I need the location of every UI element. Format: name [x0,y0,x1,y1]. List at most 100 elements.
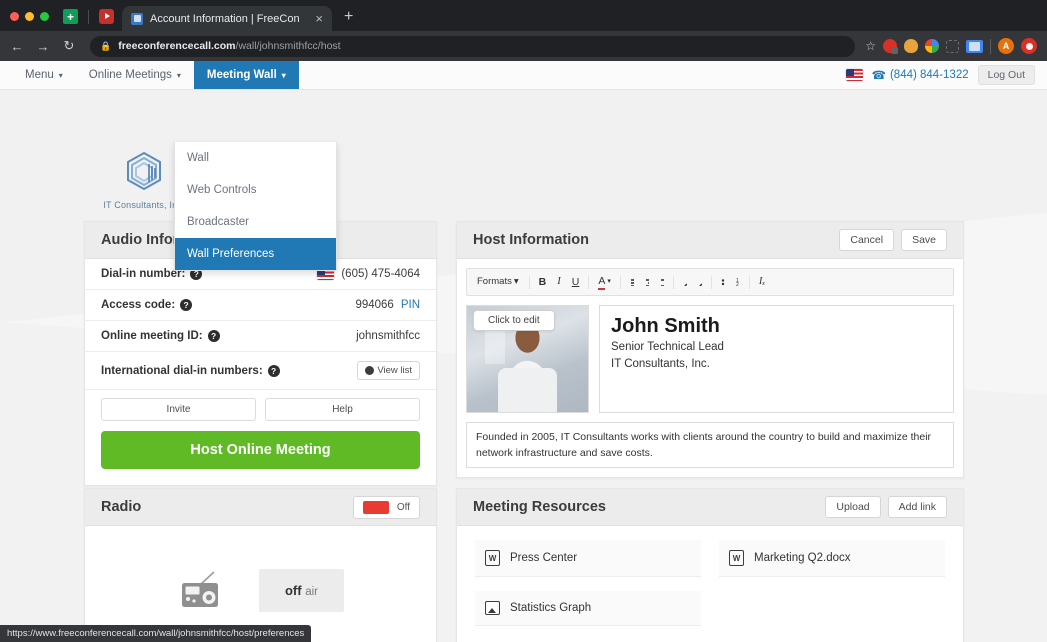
editor-content: Click to edit John Smith Senior Technica… [466,305,954,414]
navbar-left: Menu ▾ Online Meetings ▾ Meeting Wall ▾ [0,61,299,89]
list-item[interactable]: W Marketing Q2.docx [719,540,945,577]
numbered-list-icon[interactable]: 123 [731,276,745,288]
logout-button[interactable]: Log Out [977,65,1035,85]
avatar[interactable]: A [998,38,1014,54]
window-controls[interactable] [10,12,49,31]
menu-item-wall-preferences[interactable]: Wall Preferences [175,238,336,270]
formats-dropdown[interactable]: Formats ▾ [471,273,525,292]
clear-formatting-icon[interactable]: Iₓ [754,273,770,291]
divider [748,275,750,289]
help-icon[interactable]: ? [207,330,220,342]
nav-item-menu[interactable]: Menu ▾ [12,61,76,89]
meeting-resources-panel: Meeting Resources Upload Add link W Pres… [456,488,964,642]
navbar-right: ☎ (844) 844-1322 Log Out [845,61,1047,89]
panel-title: Meeting Resources [473,499,606,515]
panel-header: Radio Off [85,489,436,526]
radio-icon [181,571,218,607]
bookmark-star-icon[interactable]: ☆ [865,39,876,53]
sheets-icon[interactable]: + [63,9,78,24]
word-file-icon: W [729,550,744,566]
list-item[interactable]: W Press Center [475,540,701,577]
support-phone[interactable]: ☎ (844) 844-1322 [872,68,969,82]
extension-icon-d[interactable] [946,39,959,53]
browser-window: + Account Information | FreeCon × + ← → … [0,0,1047,642]
menu-item-broadcaster[interactable]: Broadcaster [175,206,336,238]
resources-list: W Press Center W Marketing Q2.docx Stati… [457,526,963,640]
menu-item-wall[interactable]: Wall [175,142,336,174]
help-icon[interactable]: ? [180,299,193,311]
row-label: Access code: ? [101,299,193,311]
panel-header: Meeting Resources Upload Add link [457,489,963,526]
close-icon[interactable]: × [315,12,323,25]
browser-tab-active[interactable]: Account Information | FreeCon × [122,6,332,31]
youtube-icon[interactable] [99,9,114,24]
address-bar[interactable]: 🔒 freeconferencecall.com/wall/johnsmithf… [90,35,856,57]
save-button[interactable]: Save [901,229,947,251]
panel-header: Host Information Cancel Save [457,222,963,259]
menu-item-web-controls[interactable]: Web Controls [175,174,336,206]
phone-icon: ☎ [871,70,886,82]
cancel-button[interactable]: Cancel [839,229,895,251]
access-code: 994066 [355,299,394,311]
align-left-icon[interactable] [625,276,639,288]
extension-icon-a[interactable] [883,39,898,54]
view-list-button[interactable]: View list [357,361,420,380]
reload-icon[interactable]: ↻ [58,35,80,57]
bold-icon[interactable]: B [534,273,552,291]
minimize-window-button[interactable] [25,12,34,21]
close-window-button[interactable] [10,12,19,21]
panel-header-buttons: Upload Add link [825,496,947,518]
host-bio-editor[interactable]: John Smith Senior Technical Lead IT Cons… [599,305,954,414]
host-about-editor[interactable]: Founded in 2005, IT Consultants works wi… [466,422,954,469]
online-meeting-id: johnsmithfcc [356,330,420,342]
italic-icon[interactable]: I [552,273,566,291]
new-tab-button[interactable]: + [344,9,353,25]
record-icon[interactable] [1021,38,1037,54]
maximize-window-button[interactable] [40,12,49,21]
pinned-tabs: + [63,9,114,31]
pin-link[interactable]: PIN [401,299,420,311]
host-photo[interactable]: Click to edit [466,305,589,414]
upload-button[interactable]: Upload [825,496,881,518]
bullet-list-icon[interactable] [716,276,730,288]
help-button[interactable]: Help [265,398,420,421]
nav-item-online-meetings[interactable]: Online Meetings ▾ [76,61,194,89]
favicon [131,12,143,25]
align-center-icon[interactable] [640,276,654,288]
url-domain: freeconferencecall.com [118,40,236,52]
click-to-edit-button[interactable]: Click to edit [473,310,555,332]
extensions-area: ☆ A [865,38,1041,54]
list-item[interactable]: Statistics Graph [475,591,701,626]
invite-button[interactable]: Invite [101,398,256,421]
svg-text:2: 2 [736,282,739,288]
word-file-icon: W [485,550,500,566]
text-color-icon[interactable]: A ▾ [593,272,616,292]
extension-icon-b[interactable] [904,39,918,53]
row-label-text: Online meeting ID: [101,330,203,342]
unlink-icon[interactable] [693,276,707,288]
nav-item-label: Online Meetings [88,69,172,81]
help-icon[interactable]: ? [267,364,280,377]
underline-icon[interactable]: U [567,273,585,291]
table-row: Online meeting ID: ? johnsmithfcc [85,321,436,352]
view-list-label: View list [377,365,412,376]
nav-item-meeting-wall[interactable]: Meeting Wall ▾ [193,61,299,89]
radio-toggle[interactable]: Off [352,495,420,519]
panel-title: Radio [101,499,142,515]
add-link-button[interactable]: Add link [887,496,947,518]
audio-action-buttons: Invite Help [85,390,436,421]
extension-icon-c[interactable] [925,39,939,53]
align-right-icon[interactable] [655,276,669,288]
divider [528,275,530,289]
extension-icon-e[interactable] [966,39,983,53]
toggle-switch-icon[interactable] [362,500,389,514]
forward-icon[interactable]: → [32,35,54,57]
host-online-meeting-button[interactable]: Host Online Meeting [101,431,420,469]
link-icon[interactable] [678,276,692,288]
host-role: Senior Technical Lead [611,341,724,354]
back-icon[interactable]: ← [6,35,28,57]
browser-tab-strip: + Account Information | FreeCon × + [0,0,1047,31]
chevron-down-icon: ▾ [513,275,519,287]
us-flag-icon[interactable] [845,69,863,81]
text-color-letter: A [598,274,606,291]
